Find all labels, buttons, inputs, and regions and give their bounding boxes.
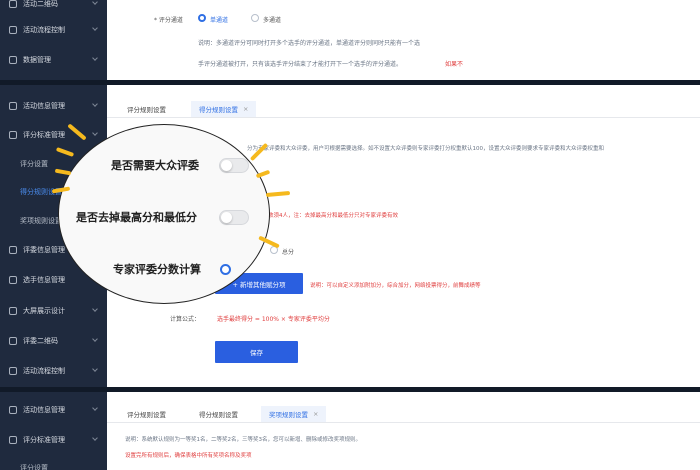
chevron-down-icon — [92, 55, 98, 61]
sidebar-item-label: 活动信息管理 — [23, 406, 65, 414]
sidebar-item[interactable]: 活动二维码 — [0, 0, 107, 14]
multi-channel-label: 多通道 — [263, 17, 282, 24]
sidebar-item[interactable]: 评委二维码 — [0, 331, 107, 351]
sidebar-item[interactable]: 活动信息管理 — [0, 96, 107, 116]
menu-icon — [9, 307, 17, 315]
sidebar-item-label: 选手信息管理 — [23, 276, 65, 284]
formula-label: 计算公式： — [170, 316, 201, 323]
remove-extremes-hint: 评委数须4人，注：去掉最高分和最低分只对专家评委有效 — [257, 213, 399, 219]
expert-average-radio[interactable] — [220, 264, 231, 275]
tab-label: 得分规则设置 — [199, 106, 238, 114]
chevron-down-icon — [92, 306, 98, 312]
save-button[interactable]: 保存 — [215, 341, 298, 363]
tab-label: 评分规则设置 — [127, 411, 166, 419]
sidebar-item-label: 评委信息管理 — [23, 246, 65, 254]
menu-icon — [9, 56, 17, 64]
expert-calc-label: 专家评委分数计算 — [113, 263, 201, 276]
sidebar-item-label: 评分设置 — [20, 160, 48, 168]
sidebar-item[interactable]: 活动流程控制 — [0, 20, 107, 40]
tab-label: 评分规则设置 — [127, 106, 166, 114]
channel-hint-line1: 说明：多通道评分可同时打开多个选手的评分通道，单通道评分则同时只能有一个选 — [198, 40, 421, 47]
chevron-down-icon — [92, 130, 98, 136]
chevron-down-icon — [92, 366, 98, 372]
multi-channel-radio[interactable] — [251, 14, 259, 22]
channel-label: * 评分通道 — [154, 17, 183, 24]
sidebar-item[interactable]: 大屏展示设计 — [0, 301, 107, 321]
sidebar-item[interactable]: 活动信息管理 — [0, 400, 107, 420]
channel-settings-panel: * 评分通道 单通道 多通道 说明：多通道评分可同时打开多个选手的评分通道，单通… — [107, 0, 700, 80]
sidebar-item-label: 活动流程控制 — [23, 367, 65, 375]
award-hint-line1: 说明：系统默认规则为一等奖1名，二等奖2名，三等奖3名，您可以新增、删除或修改奖… — [125, 437, 362, 443]
sidebar-item-label: 活动二维码 — [23, 0, 58, 8]
chevron-down-icon — [92, 101, 98, 107]
tab-underline — [107, 422, 700, 423]
menu-icon — [9, 436, 17, 444]
sidebar-item-label: 评委二维码 — [23, 337, 58, 345]
extra-score-hint: 说明：可以自定义添加附加分，综合加分，网络投票得分，前舞成绩等 — [310, 283, 481, 289]
close-icon[interactable]: × — [243, 105, 248, 113]
chevron-down-icon — [92, 435, 98, 441]
menu-icon — [9, 367, 17, 375]
tab-label: 得分规则设置 — [199, 411, 238, 419]
tab-scoring-rules[interactable]: 得分规则设置 — [191, 406, 246, 422]
sidebar-item-label: 活动流程控制 — [23, 26, 65, 34]
menu-icon — [9, 406, 17, 414]
award-hint-line2: 设置完所有规则后，确保表格中所有奖项名称及奖项 — [125, 453, 252, 459]
tab-underline — [107, 117, 700, 118]
tab-score-rules[interactable]: 评分规则设置 — [119, 406, 174, 422]
menu-icon — [9, 102, 17, 110]
formula-value: 选手最终得分 = 100% × 专家评委平均分 — [217, 316, 330, 323]
sidebar-item[interactable]: 活动流程控制 — [0, 361, 107, 381]
menu-icon — [9, 131, 17, 139]
chevron-down-icon — [92, 405, 98, 411]
menu-icon — [9, 0, 17, 8]
sidebar-item-label: 大屏展示设计 — [23, 307, 65, 315]
sidebar-item[interactable]: 评分标准管理 — [0, 125, 107, 145]
magnifier-callout: 是否需要大众评委 是否去掉最高分和最低分 专家评委分数计算 — [58, 124, 270, 304]
menu-icon — [9, 337, 17, 345]
close-icon[interactable]: × — [313, 410, 318, 418]
sidebar-item[interactable]: 评分设置 — [0, 458, 107, 470]
award-rule-panel: 评分规则设置 得分规则设置 奖项规则设置 × 说明：系统默认规则为一等奖1名，二… — [107, 392, 700, 470]
remove-extremes-toggle[interactable] — [219, 210, 249, 225]
chevron-down-icon — [92, 0, 98, 5]
sidebar-item[interactable]: 数据管理 — [0, 50, 107, 70]
tab-score-rules[interactable]: 评分规则设置 — [119, 101, 174, 117]
public-judges-label: 是否需要大众评委 — [111, 159, 199, 172]
toggle-knob — [221, 160, 232, 171]
menu-icon — [9, 276, 17, 284]
button-label: 保存 — [250, 349, 263, 357]
remove-extremes-label: 是否去掉最高分和最低分 — [76, 211, 197, 224]
channel-hint-warning: 如果不 — [445, 61, 464, 68]
single-channel-label: 单通道 — [210, 17, 229, 24]
sidebar-item-label: 评分设置 — [20, 464, 48, 470]
judge-type-description: 分为专家评委和大众评委，用户可根据需要选择。如不设置大众评委则专家评委打分权重默… — [247, 146, 605, 152]
tab-label: 奖项规则设置 — [269, 411, 308, 419]
sidebar-item-label: 数据管理 — [23, 56, 51, 64]
button-label: + 新增其他赋分项 — [232, 280, 286, 289]
total-score-label: 总分 — [282, 249, 295, 256]
sidebar-item-label: 评分标准管理 — [23, 436, 65, 444]
sidebar-item-label: 活动信息管理 — [23, 102, 65, 110]
tab-award-rules[interactable]: 奖项规则设置 × — [261, 406, 327, 422]
menu-icon — [9, 246, 17, 254]
channel-hint-line2: 手评分通道被打开，只有该选手评分结束了才能打开下一个选手的评分通道。 — [198, 61, 403, 68]
sidebar-item[interactable]: 评分标准管理 — [0, 430, 107, 450]
sidebar-item-label: 评分标准管理 — [23, 131, 65, 139]
sidebar-item-label: 奖项规则设置 — [20, 217, 62, 225]
public-judges-toggle[interactable] — [219, 158, 249, 173]
chevron-down-icon — [92, 336, 98, 342]
toggle-knob — [221, 212, 232, 223]
single-channel-radio[interactable] — [198, 14, 206, 22]
chevron-down-icon — [92, 25, 98, 31]
menu-icon — [9, 26, 17, 34]
tab-scoring-rules[interactable]: 得分规则设置 × — [191, 101, 257, 117]
